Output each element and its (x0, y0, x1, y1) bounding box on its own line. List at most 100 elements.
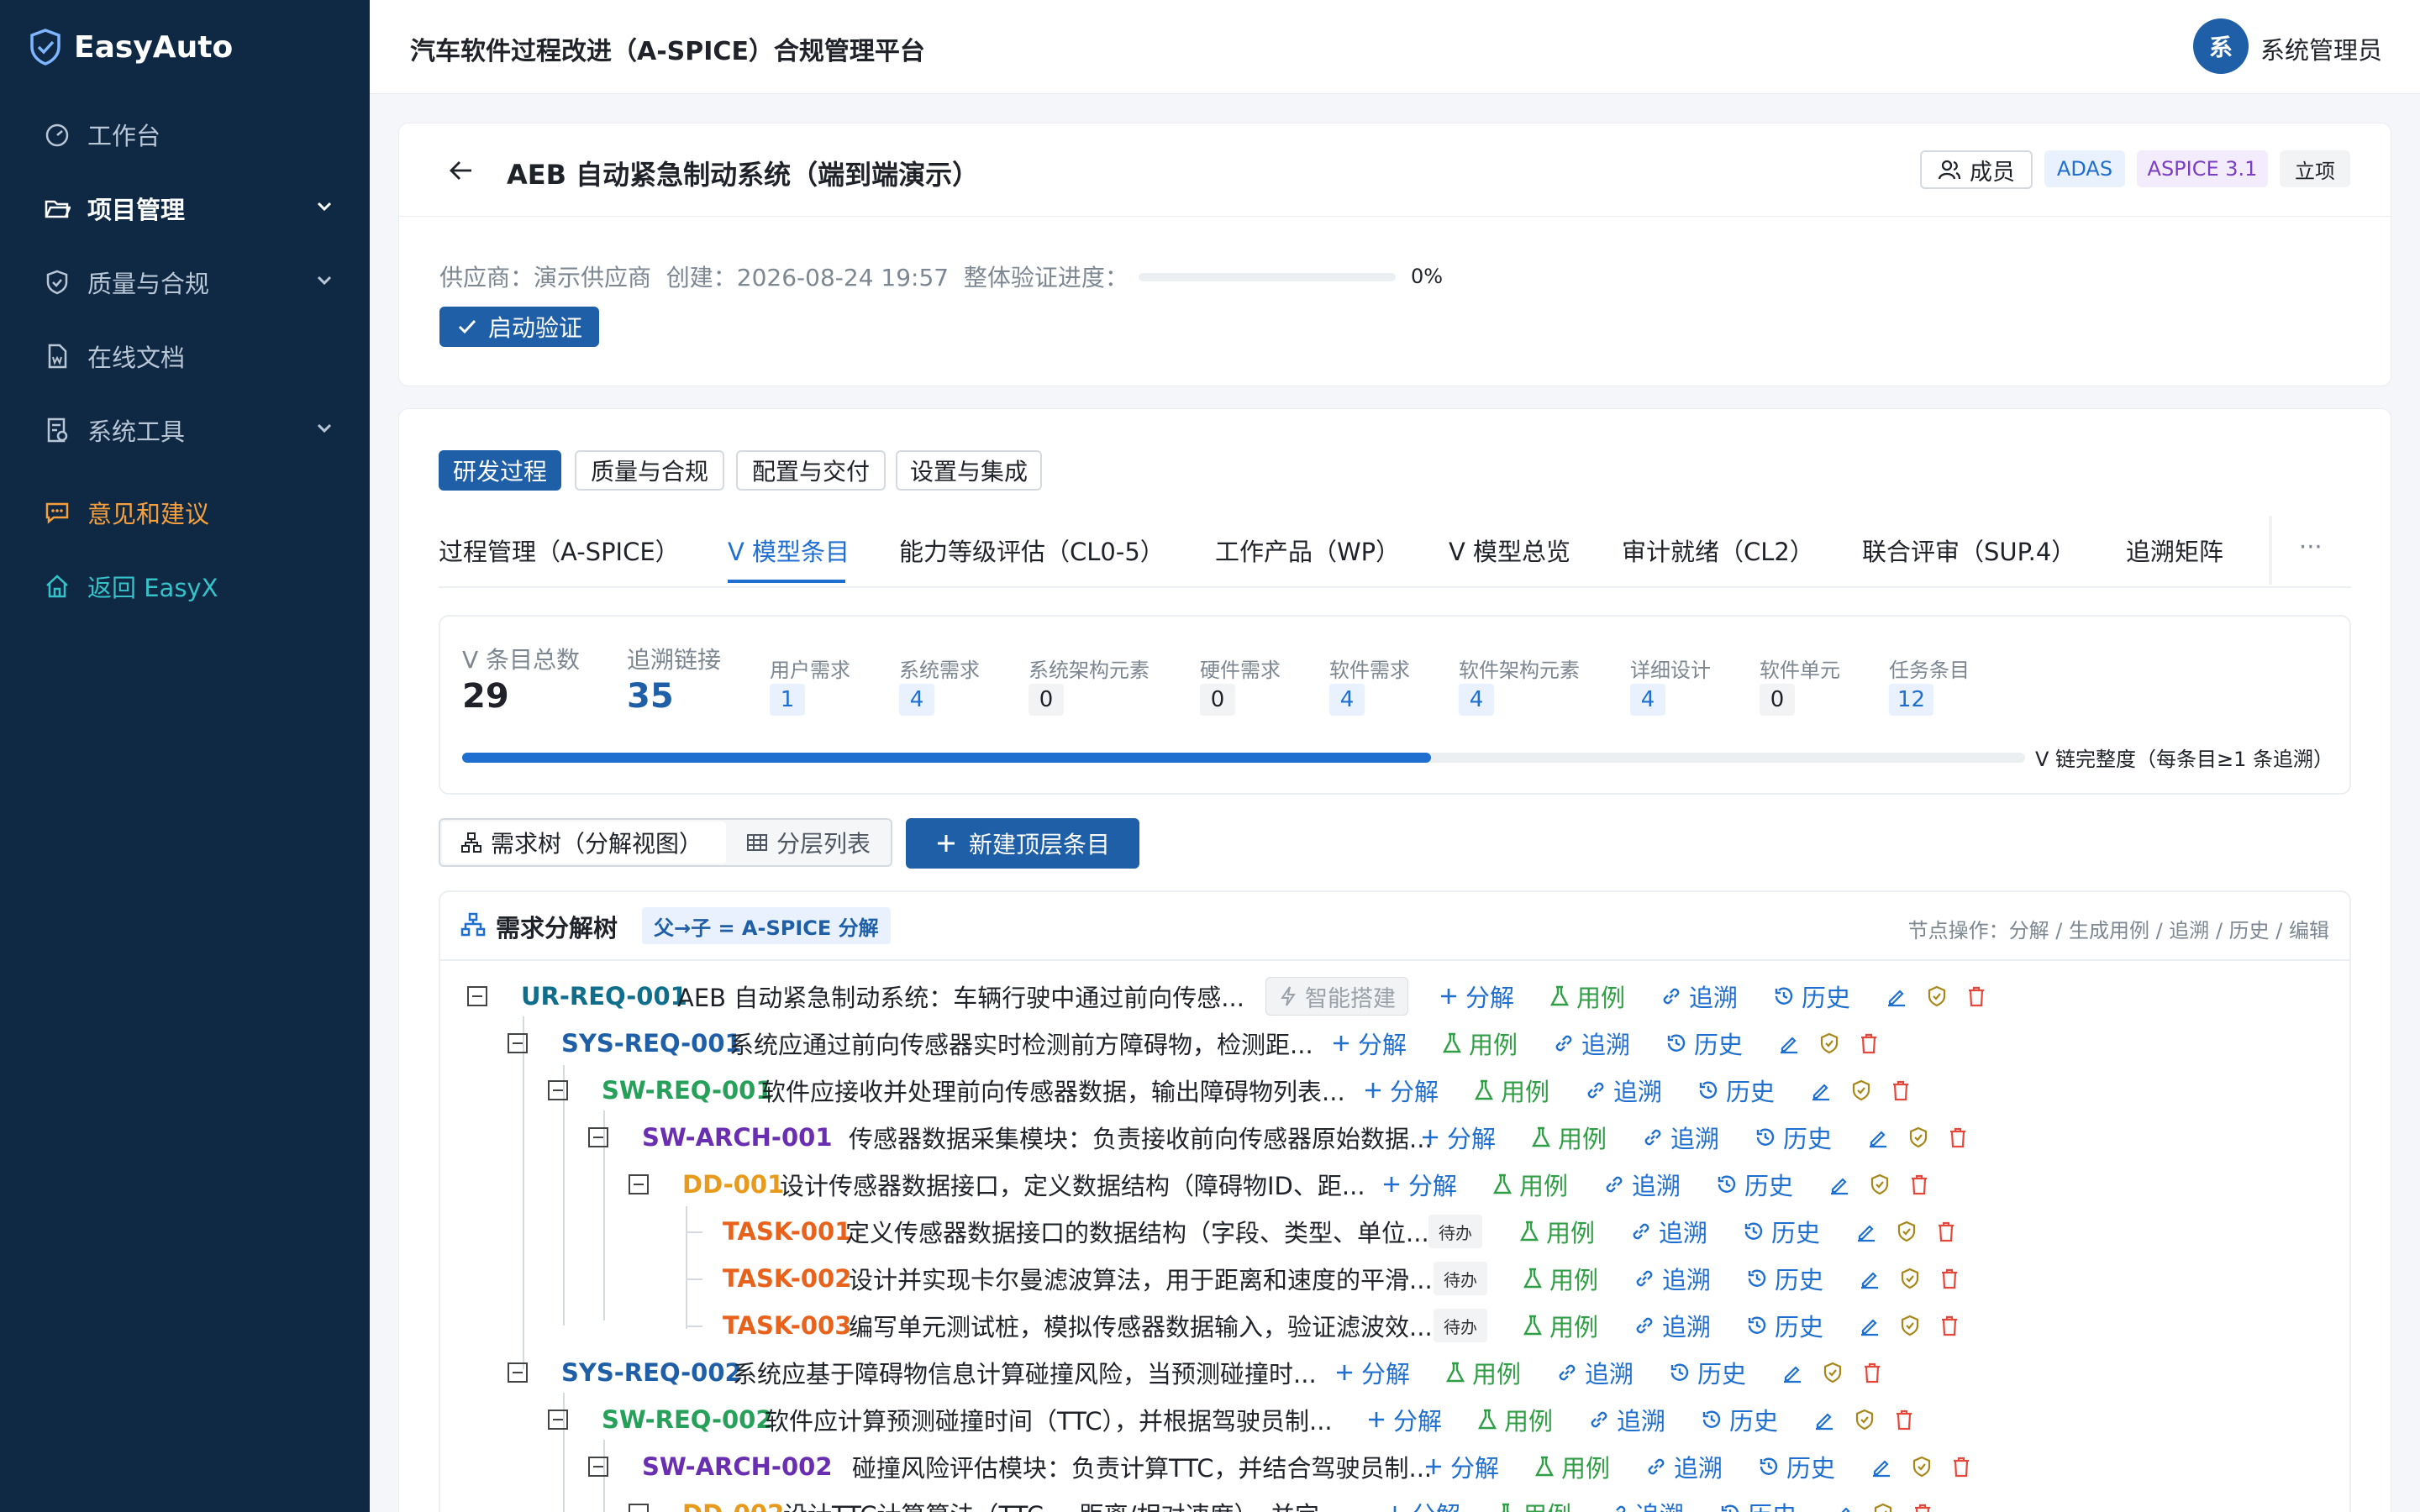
history-button[interactable]: 历史 (1716, 1161, 1793, 1208)
usecase-button[interactable]: 用例 (1549, 973, 1625, 1020)
usecase-button[interactable]: 用例 (1477, 1396, 1553, 1443)
item-id[interactable]: SW-ARCH-001 (642, 1114, 833, 1161)
tree-row[interactable]: SYS-REQ-001 系统应通过前向传感器实时检测前方障碍物，检测距... 分解 用… (0, 1020, 1933, 1067)
delete-icon[interactable] (1951, 1443, 1971, 1490)
members-button[interactable]: 成员 (1920, 150, 2033, 189)
trace-button[interactable]: 追溯 (1630, 1208, 1707, 1255)
delete-icon[interactable] (1862, 1349, 1882, 1396)
delete-icon[interactable] (1939, 1255, 1960, 1302)
review-shield-icon[interactable] (1850, 1067, 1872, 1114)
item-id[interactable]: DD-002 (682, 1490, 784, 1512)
tree-row[interactable]: SW-REQ-001 软件应接收并处理前向传感器数据，输出障碍物列表... 分解 用例… (0, 1067, 1933, 1114)
delete-icon[interactable] (1891, 1067, 1911, 1114)
subtab-capability[interactable]: 能力等级评估（CL0-5） (899, 533, 1165, 568)
history-button[interactable]: 历史 (1773, 973, 1850, 1020)
decompose-button[interactable]: 分解 (1331, 1020, 1407, 1067)
edit-icon[interactable] (1886, 973, 1907, 1020)
review-shield-icon[interactable] (1869, 1161, 1891, 1208)
collapse-toggle-icon[interactable] (588, 1457, 608, 1477)
usecase-button[interactable]: 用例 (1445, 1349, 1521, 1396)
trace-button[interactable]: 追溯 (1607, 1490, 1684, 1512)
review-shield-icon[interactable] (1872, 1490, 1894, 1512)
history-button[interactable]: 历史 (1697, 1067, 1775, 1114)
delete-icon[interactable] (1859, 1020, 1879, 1067)
usecase-button[interactable]: 用例 (1496, 1490, 1571, 1512)
collapse-toggle-icon[interactable] (629, 1174, 649, 1194)
sidebar-item-back-easyx[interactable]: 返回 EasyX (0, 556, 370, 617)
edit-icon[interactable] (1832, 1490, 1854, 1512)
item-id[interactable]: SW-ARCH-002 (642, 1443, 833, 1490)
decompose-button[interactable]: 分解 (1420, 1114, 1496, 1161)
decompose-button[interactable]: 分解 (1385, 1490, 1460, 1512)
history-button[interactable]: 历史 (1665, 1020, 1743, 1067)
delete-icon[interactable] (1966, 973, 1986, 1020)
item-id[interactable]: SYS-REQ-001 (561, 1020, 742, 1067)
usecase-button[interactable]: 用例 (1492, 1161, 1568, 1208)
review-shield-icon[interactable] (1896, 1208, 1918, 1255)
decompose-button[interactable]: 分解 (1334, 1349, 1410, 1396)
decompose-button[interactable]: 分解 (1366, 1396, 1442, 1443)
user-name[interactable]: 系统管理员 (2260, 31, 2382, 66)
delete-icon[interactable] (1936, 1208, 1956, 1255)
edit-icon[interactable] (1778, 1020, 1800, 1067)
app-logo[interactable]: EasyAuto (29, 24, 233, 71)
sidebar-item-feedback[interactable]: 意见和建议 (0, 482, 370, 543)
edit-icon[interactable] (1828, 1161, 1850, 1208)
delete-icon[interactable] (1939, 1302, 1960, 1349)
edit-icon[interactable] (1813, 1396, 1835, 1443)
tree-row[interactable]: SYS-REQ-002 系统应基于障碍物信息计算碰撞风险，当预测碰撞时... 分解 用… (0, 1349, 1933, 1396)
collapse-toggle-icon[interactable] (508, 1362, 528, 1383)
review-shield-icon[interactable] (1907, 1114, 1929, 1161)
collapse-toggle-icon[interactable] (548, 1080, 568, 1100)
review-shield-icon[interactable] (1899, 1302, 1921, 1349)
usecase-button[interactable]: 用例 (1442, 1020, 1518, 1067)
history-button[interactable]: 历史 (1701, 1396, 1778, 1443)
item-id[interactable]: SYS-REQ-002 (561, 1349, 742, 1396)
list-view-toggle[interactable]: 分层列表 (746, 822, 871, 864)
decompose-button[interactable]: 分解 (1381, 1161, 1457, 1208)
tab-quality-compliance[interactable]: 质量与合规 (575, 450, 724, 491)
item-id[interactable]: UR-REQ-001 (521, 973, 687, 1020)
review-shield-icon[interactable] (1818, 1020, 1840, 1067)
subtab-audit-ready[interactable]: 审计就绪（CL2） (1622, 533, 1814, 568)
trace-button[interactable]: 追溯 (1634, 1255, 1711, 1302)
edit-icon[interactable] (1859, 1302, 1881, 1349)
tab-settings-integration[interactable]: 设置与集成 (896, 450, 1042, 491)
trace-button[interactable]: 追溯 (1660, 973, 1738, 1020)
tree-view-toggle[interactable]: 需求树（分解视图） (442, 822, 726, 864)
more-tabs-button[interactable]: ··· (2299, 533, 2323, 561)
delete-icon[interactable] (1909, 1161, 1929, 1208)
tree-row[interactable]: UR-REQ-001 AEB 自动紧急制动系统：车辆行驶中通过前向传感... 智能搭… (0, 973, 1984, 1020)
sidebar-item-project-management[interactable]: 项目管理 (0, 178, 370, 239)
edit-icon[interactable] (1859, 1255, 1881, 1302)
subtab-joint-review[interactable]: 联合评审（SUP.4） (1862, 533, 2075, 568)
tree-row[interactable]: SW-ARCH-002 碰撞风险评估模块：负责计算TTC，并结合驾驶员制... 分解… (0, 1443, 1969, 1490)
usecase-button[interactable]: 用例 (1523, 1302, 1598, 1349)
edit-icon[interactable] (1810, 1067, 1832, 1114)
review-shield-icon[interactable] (1854, 1396, 1876, 1443)
tree-row[interactable]: TASK-002 设计并实现卡尔曼滤波算法，用于距离和速度的平滑... 待办 用例 追溯… (0, 1255, 1957, 1302)
item-id[interactable]: TASK-002 (723, 1255, 851, 1302)
item-id[interactable]: SW-REQ-001 (602, 1067, 773, 1114)
edit-icon[interactable] (1781, 1349, 1803, 1396)
decompose-button[interactable]: 分解 (1423, 1443, 1499, 1490)
collapse-toggle-icon[interactable] (548, 1410, 568, 1430)
tab-config-delivery[interactable]: 配置与交付 (736, 450, 886, 491)
tab-rd-process[interactable]: 研发过程 (439, 450, 561, 491)
trace-button[interactable]: 追溯 (1645, 1443, 1723, 1490)
tree-row[interactable]: SW-ARCH-001 传感器数据采集模块：负责接收前向传感器原始数据... 分解 用… (0, 1114, 1965, 1161)
usecase-button[interactable]: 用例 (1519, 1208, 1595, 1255)
usecase-button[interactable]: 用例 (1534, 1443, 1610, 1490)
item-id[interactable]: SW-REQ-002 (602, 1396, 773, 1443)
history-button[interactable]: 历史 (1746, 1302, 1823, 1349)
sidebar-item-online-docs[interactable]: 在线文档 (0, 326, 370, 386)
trace-button[interactable]: 追溯 (1603, 1161, 1681, 1208)
history-button[interactable]: 历史 (1669, 1349, 1746, 1396)
subtab-v-model-items[interactable]: V 模型条目 (728, 533, 850, 568)
delete-icon[interactable] (1912, 1490, 1933, 1512)
sidebar-item-system-tools[interactable]: 系统工具 (0, 400, 370, 460)
trace-button[interactable]: 追溯 (1588, 1396, 1665, 1443)
collapse-toggle-icon[interactable] (467, 986, 487, 1006)
new-top-item-button[interactable]: 新建顶层条目 (906, 818, 1139, 869)
avatar[interactable]: 系 (2193, 18, 2249, 74)
